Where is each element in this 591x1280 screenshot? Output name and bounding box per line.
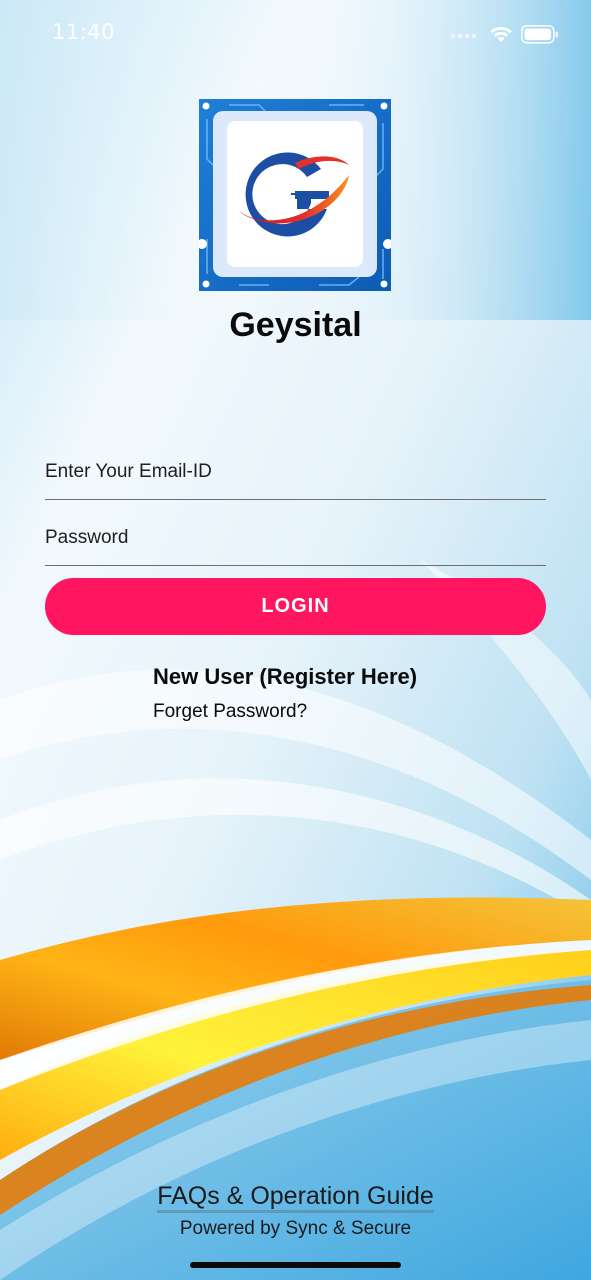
email-underline: [45, 499, 546, 500]
app-name: Geysital: [229, 306, 362, 344]
wifi-icon: [490, 26, 512, 42]
login-button[interactable]: LOGIN: [45, 578, 546, 635]
faq-link[interactable]: FAQs & Operation Guide: [0, 1182, 591, 1213]
powered-by-text: Powered by Sync & Secure: [179, 1218, 412, 1239]
password-field-container: [45, 518, 546, 566]
email-input[interactable]: [45, 452, 546, 492]
cellular-signal-icon: [451, 34, 476, 38]
faq-link-label[interactable]: FAQs & Operation Guide: [157, 1182, 434, 1213]
status-time: 11:40: [52, 20, 116, 44]
geysital-g-logo-icon: [199, 99, 391, 291]
status-bar: 11:40: [0, 0, 591, 64]
forget-password-link[interactable]: Forget Password?: [153, 701, 307, 723]
battery-icon: [521, 25, 558, 44]
password-underline: [45, 565, 546, 566]
password-input[interactable]: [45, 518, 546, 558]
email-field-container: [45, 452, 546, 500]
home-indicator[interactable]: [190, 1262, 401, 1268]
register-link[interactable]: New User (Register Here): [153, 664, 417, 690]
status-icons: [451, 25, 558, 44]
